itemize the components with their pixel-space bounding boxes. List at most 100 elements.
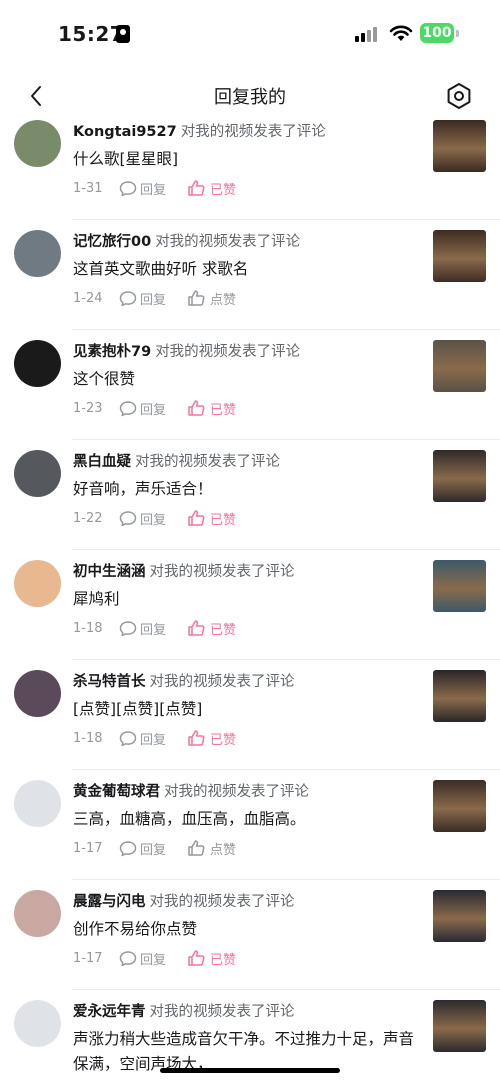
comment-bubble-icon: [119, 180, 137, 196]
cellular-signal-icon: [355, 26, 379, 42]
reply-date: 1-22: [73, 510, 103, 526]
reply-headline: 晨露与闪电 对我的视频发表了评论: [73, 890, 295, 911]
avatar[interactable]: [14, 450, 61, 497]
reply-button[interactable]: 回复: [119, 289, 187, 308]
reply-item[interactable]: 初中生涵涵 对我的视频发表了评论 犀鸠利 1-18 回复 已赞: [0, 550, 500, 660]
like-button[interactable]: 已赞: [187, 949, 236, 968]
like-label: 已赞: [210, 732, 237, 748]
avatar[interactable]: [14, 340, 61, 387]
reply-item[interactable]: 见素抱朴79 对我的视频发表了评论 这个很赞 1-23 回复 已赞: [0, 330, 500, 440]
comment-bubble-icon: [119, 840, 137, 856]
username[interactable]: 初中生涵涵: [73, 564, 146, 580]
settings-button[interactable]: [444, 81, 474, 111]
username[interactable]: Kongtai9527: [73, 124, 177, 140]
reply-label: 回复: [140, 732, 167, 748]
video-thumbnail[interactable]: [433, 1000, 486, 1052]
avatar[interactable]: [14, 780, 61, 827]
reply-label: 回复: [140, 842, 167, 858]
reply-button[interactable]: 回复: [119, 949, 187, 968]
like-button[interactable]: 已赞: [187, 179, 236, 198]
comment-text[interactable]: 好音响，声乐适合！: [73, 477, 428, 502]
reply-item[interactable]: 晨露与闪电 对我的视频发表了评论创作不易给你点赞 1-17 回复 已赞: [0, 880, 500, 990]
status-bar: 15:27 100: [0, 0, 500, 70]
reply-button[interactable]: 回复: [119, 399, 187, 418]
comment-bubble-icon: [119, 400, 137, 416]
username[interactable]: 记忆旅行00: [73, 234, 151, 250]
thumbs-up-icon: [188, 730, 205, 746]
like-button[interactable]: 点赞: [187, 289, 236, 308]
reply-date: 1-17: [73, 840, 103, 856]
action-text: 对我的视频发表了评论: [135, 454, 280, 470]
reply-headline: 记忆旅行00 对我的视频发表了评论: [73, 230, 300, 251]
avatar[interactable]: [14, 230, 61, 277]
action-text: 对我的视频发表了评论: [180, 124, 326, 140]
username[interactable]: 黄金葡萄球君: [73, 784, 160, 800]
reply-date: 1-17: [73, 950, 103, 966]
video-thumbnail[interactable]: [433, 450, 486, 502]
avatar[interactable]: [14, 1000, 61, 1047]
thumbs-up-icon: [188, 180, 205, 196]
reply-headline: 黑白血疑 对我的视频发表了评论: [73, 450, 280, 471]
like-button[interactable]: 已赞: [187, 399, 236, 418]
reply-label: 回复: [140, 952, 167, 968]
reply-button[interactable]: 回复: [119, 839, 187, 858]
action-text: 对我的视频发表了评论: [155, 344, 301, 360]
reply-button[interactable]: 回复: [119, 619, 187, 638]
avatar[interactable]: [14, 120, 61, 167]
reply-meta: 1-24 回复 点赞: [73, 288, 236, 308]
video-thumbnail[interactable]: [433, 120, 486, 172]
video-thumbnail[interactable]: [433, 670, 486, 722]
video-thumbnail[interactable]: [433, 560, 486, 612]
comment-text[interactable]: 创作不易给你点赞: [73, 917, 428, 942]
avatar[interactable]: [14, 890, 61, 937]
reply-item[interactable]: 杀马特首长 对我的视频发表了评论 [点赞][点赞][点赞] 1-18 回复 已赞: [0, 660, 500, 770]
reply-label: 回复: [140, 292, 167, 308]
video-thumbnail[interactable]: [433, 780, 486, 832]
reply-meta: 1-18 回复 已赞: [73, 728, 236, 748]
avatar[interactable]: [14, 560, 61, 607]
reply-button[interactable]: 回复: [119, 509, 187, 528]
home-indicator: [160, 1068, 340, 1073]
comment-text[interactable]: [点赞][点赞][点赞]: [73, 697, 428, 722]
video-thumbnail[interactable]: [433, 340, 486, 392]
comment-text[interactable]: 犀鸠利: [73, 587, 428, 612]
comment-text[interactable]: 三高，血糖高，血压高，血脂高。: [73, 807, 428, 832]
comment-bubble-icon: [119, 290, 137, 306]
reply-item[interactable]: 黑白血疑 对我的视频发表了评论好音响，声乐适合！ 1-22 回复 已赞: [0, 440, 500, 550]
comment-text[interactable]: 这首英文歌曲好听 求歌名: [73, 257, 428, 282]
like-button[interactable]: 点赞: [187, 839, 236, 858]
reply-button[interactable]: 回复: [119, 179, 187, 198]
username[interactable]: 爱永远年青: [73, 1004, 146, 1020]
like-label: 已赞: [210, 622, 237, 638]
thumbs-up-icon: [188, 400, 205, 416]
status-time: 15:27: [58, 22, 125, 46]
thumbs-up-icon: [188, 510, 205, 526]
reply-item[interactable]: 黄金葡萄球君 对我的视频发表了评论三高，血糖高，血压高，血脂高。 1-17 回复 点赞: [0, 770, 500, 880]
reply-item[interactable]: 记忆旅行00 对我的视频发表了评论 这首英文歌曲好听 求歌名 1-24 回复 点赞: [0, 220, 500, 330]
like-button[interactable]: 已赞: [187, 509, 236, 528]
like-label: 已赞: [210, 512, 237, 528]
username[interactable]: 见素抱朴79: [73, 344, 151, 360]
gear-icon: [447, 83, 471, 109]
page-title: 回复我的: [214, 87, 286, 108]
reply-headline: Kongtai9527 对我的视频发表了评论: [73, 120, 326, 141]
like-button[interactable]: 已赞: [187, 729, 236, 748]
username[interactable]: 杀马特首长: [73, 674, 146, 690]
username[interactable]: 黑白血疑: [73, 454, 131, 470]
reply-button[interactable]: 回复: [119, 729, 187, 748]
comment-text[interactable]: 这个很赞: [73, 367, 428, 392]
reply-label: 回复: [140, 182, 167, 198]
reply-date: 1-18: [73, 620, 103, 636]
thumbs-up-icon: [188, 950, 205, 966]
reply-date: 1-18: [73, 730, 103, 746]
reply-item[interactable]: Kongtai9527 对我的视频发表了评论 什么歌[星星眼] 1-31 回复 已赞: [0, 110, 500, 220]
action-text: 对我的视频发表了评论: [149, 674, 295, 690]
contact-card-icon: [116, 25, 130, 43]
action-text: 对我的视频发表了评论: [164, 784, 309, 800]
like-button[interactable]: 已赞: [187, 619, 236, 638]
avatar[interactable]: [14, 670, 61, 717]
video-thumbnail[interactable]: [433, 890, 486, 942]
username[interactable]: 晨露与闪电: [73, 894, 146, 910]
video-thumbnail[interactable]: [433, 230, 486, 282]
comment-text[interactable]: 什么歌[星星眼]: [73, 147, 428, 172]
